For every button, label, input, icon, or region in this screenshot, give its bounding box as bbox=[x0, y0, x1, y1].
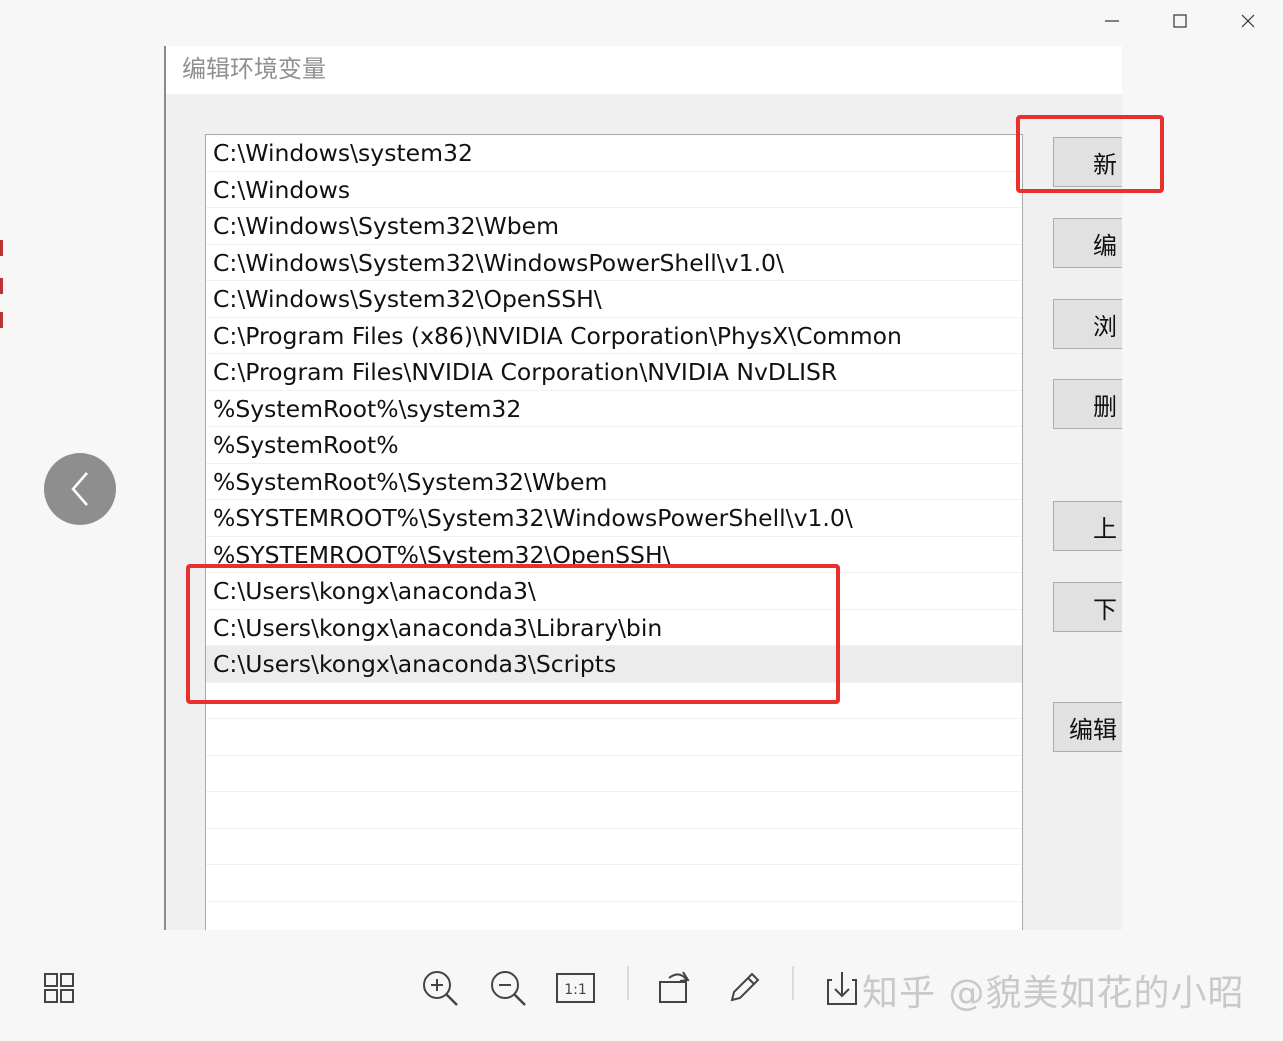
browse-button-label: 浏 bbox=[1093, 312, 1117, 341]
watermark: 知乎 @貌美如花的小昭 bbox=[862, 973, 1245, 1014]
edit-env-var-dialog: 编辑环境变量 C:\Windows\system32 C:\Windows C:\W… bbox=[164, 46, 1122, 930]
path-list-item[interactable] bbox=[206, 829, 1022, 865]
move-down-button[interactable]: 下 bbox=[1053, 582, 1122, 632]
path-list-item[interactable]: %SystemRoot%\system32 bbox=[206, 391, 1022, 427]
zoom-in-icon bbox=[423, 971, 458, 1006]
path-list-item[interactable]: C:\Windows\System32\WindowsPowerShell\v1… bbox=[206, 245, 1022, 281]
browse-button[interactable]: 浏 bbox=[1053, 299, 1122, 349]
grid-icon bbox=[44, 973, 74, 1003]
actual-size-button[interactable]: 1:1 bbox=[554, 966, 598, 1010]
zoom-in-button[interactable] bbox=[418, 966, 462, 1010]
zoom-out-button[interactable] bbox=[486, 966, 530, 1010]
actual-size-icon: 1:1 bbox=[556, 973, 595, 1003]
minimize-icon bbox=[1105, 20, 1119, 22]
rotate-icon bbox=[659, 971, 690, 1003]
path-list-item[interactable]: C:\Windows bbox=[206, 172, 1022, 208]
path-list-item[interactable]: %SYSTEMROOT%\System32\WindowsPowerShell\… bbox=[206, 500, 1022, 537]
path-list-item[interactable]: C:\Users\kongx\anaconda3\ bbox=[206, 573, 1022, 610]
path-list-item[interactable]: C:\Program Files (x86)\NVIDIA Corporatio… bbox=[206, 318, 1022, 354]
move-down-button-label: 下 bbox=[1093, 595, 1117, 624]
download-icon bbox=[827, 972, 857, 1005]
toolbar-separator bbox=[792, 966, 794, 1000]
move-up-button[interactable]: 上 bbox=[1053, 501, 1122, 551]
chevron-left-icon bbox=[71, 472, 88, 506]
path-list-item[interactable]: %SYSTEMROOT%\System32\OpenSSH\ bbox=[206, 537, 1022, 573]
grid-view-button[interactable] bbox=[37, 966, 81, 1010]
path-list-item[interactable] bbox=[206, 719, 1022, 756]
previous-image-button[interactable] bbox=[44, 453, 116, 525]
path-list[interactable]: C:\Windows\system32 C:\Windows C:\Windows\… bbox=[205, 134, 1023, 930]
edge-artifact bbox=[0, 240, 3, 256]
path-list-item[interactable] bbox=[206, 756, 1022, 792]
path-list-item[interactable] bbox=[206, 683, 1022, 719]
new-button[interactable]: 新 bbox=[1053, 137, 1122, 187]
edge-artifact bbox=[0, 278, 3, 294]
dialog-title-bar: 编辑环境变量 bbox=[166, 46, 1122, 94]
maximize-icon bbox=[1173, 14, 1187, 28]
path-list-item[interactable] bbox=[206, 865, 1022, 902]
path-list-item[interactable] bbox=[206, 902, 1022, 931]
edge-artifact bbox=[0, 312, 3, 328]
path-list-item[interactable]: C:\Users\kongx\anaconda3\Scripts bbox=[206, 646, 1022, 683]
path-list-item[interactable]: C:\Program Files\NVIDIA Corporation\NVID… bbox=[206, 354, 1022, 391]
path-list-item[interactable] bbox=[206, 792, 1022, 829]
toolbar-separator bbox=[627, 966, 629, 1000]
edit-text-button-label: 编辑 bbox=[1069, 715, 1117, 744]
path-list-item[interactable]: C:\Windows\System32\Wbem bbox=[206, 208, 1022, 245]
move-up-button-label: 上 bbox=[1093, 514, 1117, 543]
delete-button[interactable]: 删 bbox=[1053, 379, 1122, 429]
edit-pen-icon bbox=[730, 972, 760, 1002]
close-button[interactable] bbox=[1228, 4, 1268, 38]
new-button-label: 新 bbox=[1093, 150, 1117, 179]
actual-size-label: 1:1 bbox=[564, 982, 587, 998]
rotate-button[interactable] bbox=[653, 966, 697, 1010]
path-list-item[interactable]: %SystemRoot%\System32\Wbem bbox=[206, 464, 1022, 500]
edit-button[interactable]: 编 bbox=[1053, 218, 1122, 268]
save-button[interactable] bbox=[820, 966, 864, 1010]
path-list-item[interactable]: %SystemRoot% bbox=[206, 427, 1022, 464]
dialog-title: 编辑环境变量 bbox=[182, 55, 326, 83]
delete-button-label: 删 bbox=[1093, 392, 1117, 421]
zoom-out-icon bbox=[491, 971, 526, 1006]
edit-button-label: 编 bbox=[1093, 231, 1117, 260]
path-list-item[interactable]: C:\Users\kongx\anaconda3\Library\bin bbox=[206, 610, 1022, 646]
edit-button-toolbar[interactable] bbox=[722, 966, 766, 1010]
edit-text-button[interactable]: 编辑 bbox=[1053, 702, 1122, 752]
maximize-button[interactable] bbox=[1160, 4, 1200, 38]
close-icon bbox=[1241, 14, 1255, 28]
minimize-button[interactable] bbox=[1092, 4, 1132, 38]
path-list-item[interactable]: C:\Windows\System32\OpenSSH\ bbox=[206, 281, 1022, 318]
path-list-item[interactable]: C:\Windows\system32 bbox=[206, 135, 1022, 172]
